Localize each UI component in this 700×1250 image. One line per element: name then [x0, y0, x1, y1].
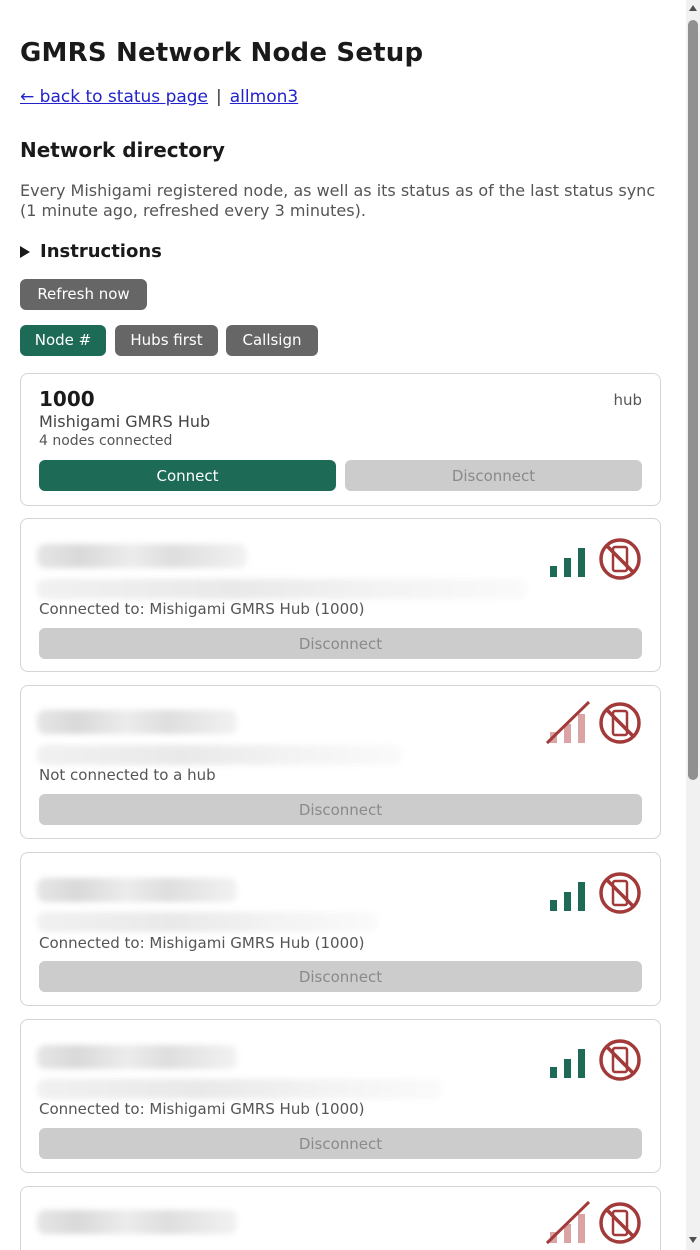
node-disconnect-button[interactable]: Disconnect: [39, 794, 642, 825]
redacted-node-id: [37, 544, 247, 568]
redacted-node-id: [37, 1045, 237, 1069]
scrollbar-thumb[interactable]: [688, 20, 698, 780]
hub-card: 1000 hub Mishigami GMRS Hub 4 nodes conn…: [20, 373, 661, 506]
nav-separator: |: [216, 87, 222, 107]
node-status-icons: [548, 871, 642, 915]
no-phone-icon: [599, 872, 641, 914]
node-status-text: Connected to: Mishigami GMRS Hub (1000): [39, 1100, 365, 1118]
node-disconnect-button[interactable]: Disconnect: [39, 1128, 642, 1159]
redacted-node-info: [37, 912, 377, 932]
hub-number: 1000: [39, 387, 95, 411]
no-phone-icon: [599, 1202, 641, 1244]
node-card: Connected to: Mishigami GMRS Hub (1000) …: [20, 518, 661, 672]
node-status-icons: [548, 537, 642, 581]
redacted-node-info: [37, 1079, 442, 1099]
nav-links: ← back to status page | allmon3: [20, 87, 298, 107]
refresh-button[interactable]: Refresh now: [20, 279, 147, 310]
page: GMRS Network Node Setup ← back to status…: [0, 0, 700, 1250]
signal-bars-icon: [550, 1049, 585, 1078]
signal-bars-icon: [550, 548, 585, 577]
node-card: Connected to: Mishigami GMRS Hub (1000) …: [20, 852, 661, 1006]
no-phone-icon: [599, 702, 641, 744]
redacted-node-info: [37, 745, 402, 765]
node-card: Not connected to a hub Disconnect: [20, 685, 661, 839]
directory-description: Every Mishigami registered node, as well…: [20, 181, 656, 220]
allmon3-link[interactable]: allmon3: [230, 87, 298, 107]
scroll-up-arrow-icon[interactable]: [689, 5, 697, 11]
node-status-text: Connected to: Mishigami GMRS Hub (1000): [39, 600, 365, 618]
signal-off-icon: [546, 701, 590, 745]
sort-node-button[interactable]: Node #: [20, 325, 106, 356]
redacted-node-id: [37, 710, 237, 734]
node-card: [20, 1186, 661, 1250]
back-to-status-link[interactable]: ← back to status page: [20, 87, 208, 107]
node-status-icons: [546, 701, 642, 745]
hub-tag: hub: [613, 391, 642, 409]
sort-hubs-button[interactable]: Hubs first: [115, 325, 218, 356]
page-title: GMRS Network Node Setup: [20, 38, 424, 68]
instructions-label: Instructions: [40, 241, 162, 262]
node-status-icons: [548, 1038, 642, 1082]
scroll-down-arrow-icon[interactable]: [689, 1237, 697, 1243]
signal-bars-icon: [550, 882, 585, 911]
hub-name: Mishigami GMRS Hub: [39, 412, 211, 431]
node-disconnect-button[interactable]: Disconnect: [39, 628, 642, 659]
instructions-toggle[interactable]: Instructions: [20, 241, 162, 262]
section-heading: Network directory: [20, 138, 225, 162]
disclosure-triangle-icon: [20, 245, 30, 258]
signal-off-icon: [546, 1201, 590, 1245]
hub-node-count: 4 nodes connected: [39, 433, 173, 449]
no-phone-icon: [599, 1039, 641, 1081]
redacted-node-info: [37, 579, 527, 599]
node-status-text: Connected to: Mishigami GMRS Hub (1000): [39, 934, 365, 952]
node-disconnect-button[interactable]: Disconnect: [39, 961, 642, 992]
redacted-node-id: [37, 878, 237, 902]
node-card: Connected to: Mishigami GMRS Hub (1000) …: [20, 1019, 661, 1173]
connect-button[interactable]: Connect: [39, 460, 336, 491]
redacted-node-id: [37, 1210, 237, 1234]
node-status-icons: [546, 1201, 642, 1245]
node-status-text: Not connected to a hub: [39, 766, 216, 784]
hub-disconnect-button[interactable]: Disconnect: [345, 460, 642, 491]
no-phone-icon: [599, 538, 641, 580]
sort-callsign-button[interactable]: Callsign: [226, 325, 318, 356]
scrollbar[interactable]: [686, 0, 700, 1250]
